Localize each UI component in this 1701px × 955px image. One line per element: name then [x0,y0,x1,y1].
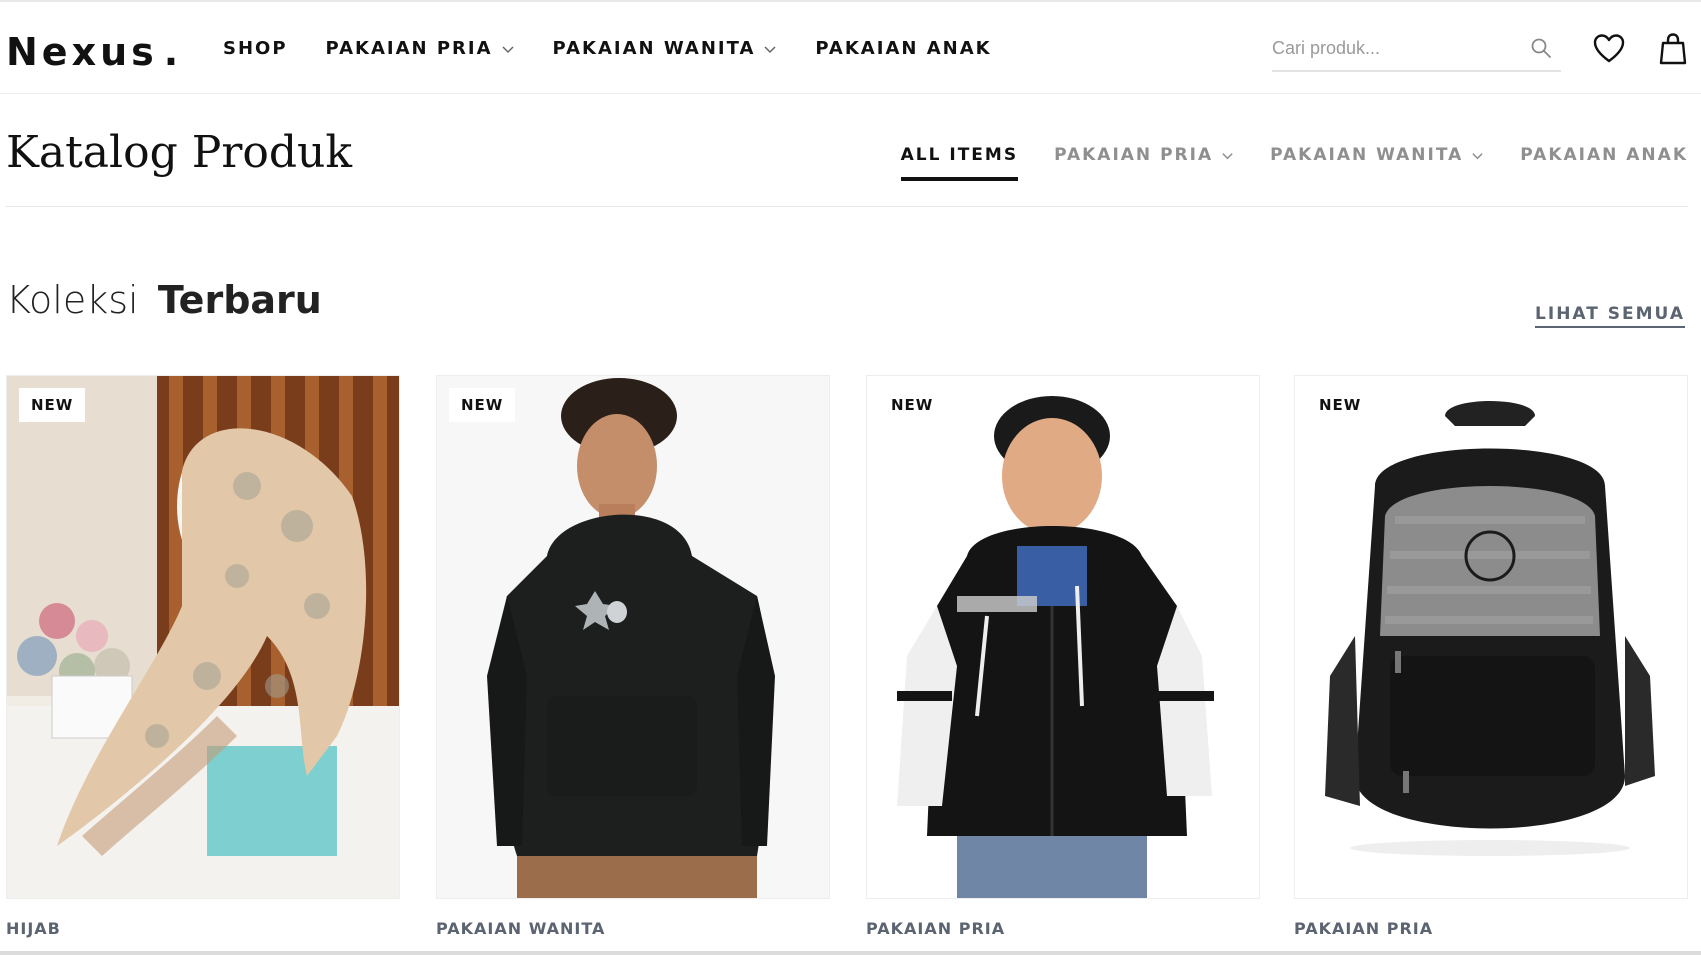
logo-dot: . [163,30,183,74]
tab-pakaian-pria[interactable]: PAKAIAN PRIA [1054,145,1234,181]
product-category[interactable]: PAKAIAN PRIA [866,919,1005,938]
site-header: Nexus. SHOP PAKAIAN PRIA PAKAIAN WANITA … [0,0,1701,94]
tab-pakaian-anak[interactable]: PAKAIAN ANAK [1520,145,1688,181]
logo[interactable]: Nexus. [6,30,182,74]
nav-item-shop[interactable]: SHOP [223,38,288,59]
product-card[interactable]: NEW PAKAIAN PRIA [1294,375,1688,938]
nav-item-label: PAKAIAN WANITA [552,38,756,59]
product-category[interactable]: HIJAB [6,919,61,938]
new-badge: NEW [1307,388,1374,422]
nav-item-label: PAKAIAN PRIA [325,38,493,59]
viewport-scroll-divider [0,951,1701,955]
product-category[interactable]: PAKAIAN PRIA [1294,919,1433,938]
nav-item-pakaian-wanita[interactable]: PAKAIAN WANITA [553,38,778,59]
see-all-link[interactable]: LIHAT SEMUA [1535,304,1685,328]
catalog-header: Katalog Produk ALL ITEMS PAKAIAN PRIA PA… [6,95,1688,207]
new-badge: NEW [879,388,946,422]
chevron-down-icon [502,45,514,53]
category-filter-tabs: ALL ITEMS PAKAIAN PRIA PAKAIAN WANITA PA… [865,145,1688,181]
product-image[interactable]: NEW [866,375,1260,899]
nav-item-label: PAKAIAN ANAK [815,38,992,59]
tab-label: PAKAIAN PRIA [1054,145,1214,165]
product-card[interactable]: NEW HIJAB [6,375,400,938]
search-bar [1272,28,1561,72]
chevron-down-icon [1222,152,1233,159]
chevron-down-icon [764,45,776,53]
search-input[interactable] [1272,28,1512,68]
product-image-hoodie [437,376,829,898]
main-nav: SHOP PAKAIAN PRIA PAKAIAN WANITA PAKAIAN… [223,38,1030,59]
logo-text: Nexus [6,30,158,74]
tab-label: PAKAIAN ANAK [1520,145,1688,165]
product-card[interactable]: NEW PAKAIAN PRIA [866,375,1260,938]
nav-item-pakaian-anak[interactable]: PAKAIAN ANAK [815,38,991,59]
product-card[interactable]: NEW PAKAIAN WANITA [436,375,830,938]
tab-all-items[interactable]: ALL ITEMS [900,145,1019,181]
section-title: Koleksi Terbaru [6,278,322,322]
tab-pakaian-wanita[interactable]: PAKAIAN WANITA [1270,145,1484,181]
nav-item-pakaian-pria[interactable]: PAKAIAN PRIA [326,38,515,59]
product-image[interactable]: NEW [436,375,830,899]
nav-item-label: SHOP [223,38,288,59]
product-image-kids-jacket [867,376,1259,898]
search-icon[interactable] [1529,36,1553,60]
page: Nexus. SHOP PAKAIAN PRIA PAKAIAN WANITA … [0,0,1701,955]
tab-label: PAKAIAN WANITA [1270,145,1464,165]
product-image[interactable]: NEW [1294,375,1688,899]
page-title: Katalog Produk [6,127,353,178]
heart-icon[interactable] [1592,32,1626,66]
tab-label: ALL ITEMS [900,145,1019,165]
product-image-hijab [7,376,399,898]
new-badge: NEW [19,388,86,422]
product-grid: NEW HIJAB NEW PAKAIAN WANITA NEW PAKAIAN… [6,375,1688,955]
section-title-light: Koleksi [6,278,139,322]
section-title-bold: Terbaru [157,278,322,322]
product-image-backpack [1295,376,1687,898]
chevron-down-icon [1472,152,1483,159]
shopping-bag-icon[interactable] [1656,32,1690,66]
product-image[interactable]: NEW [6,375,400,899]
product-category[interactable]: PAKAIAN WANITA [436,919,605,938]
new-badge: NEW [449,388,516,422]
